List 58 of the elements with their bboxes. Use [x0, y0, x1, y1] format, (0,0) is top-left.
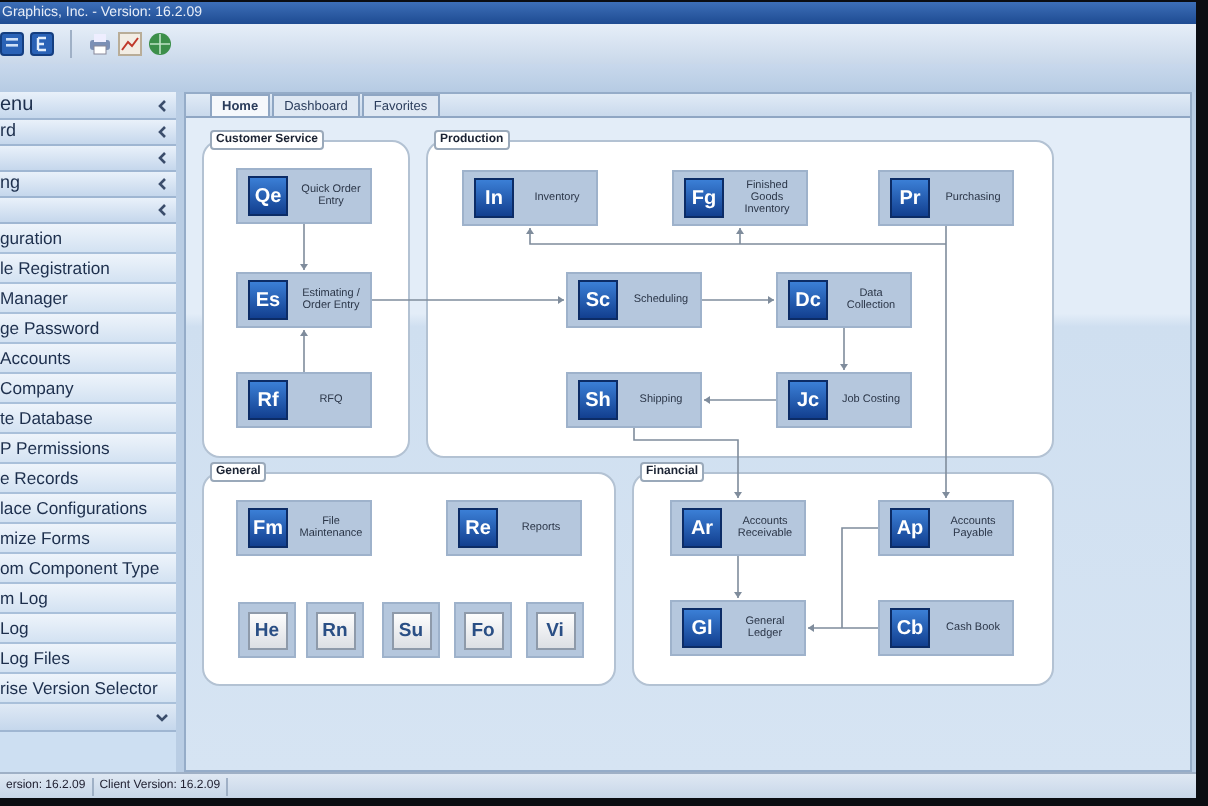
chevron-left-icon[interactable]: [156, 99, 168, 111]
menu-item[interactable]: guration: [0, 224, 176, 254]
module-icon: Cb: [890, 608, 930, 648]
menu-item[interactable]: ge Password: [0, 314, 176, 344]
module-icon: In: [474, 178, 514, 218]
menu-item[interactable]: m Log: [0, 584, 176, 614]
module-icon: Es: [248, 280, 288, 320]
connector-arrow: [300, 223, 308, 271]
module-icon: Fg: [684, 178, 724, 218]
chevron-left-icon[interactable]: [156, 152, 168, 164]
module-icon: Sh: [578, 380, 618, 420]
module-icon: Sc: [578, 280, 618, 320]
module-icon: Ap: [890, 508, 930, 548]
shortcut-button[interactable]: Fo: [463, 611, 503, 649]
menu-item[interactable]: Manager: [0, 284, 176, 314]
chevron-left-icon[interactable]: [156, 126, 168, 138]
connector-arrow: [840, 327, 848, 371]
menu-item[interactable]: P Permissions: [0, 434, 176, 464]
shortcut-button[interactable]: Rn: [315, 611, 355, 649]
menu-header[interactable]: ng: [0, 170, 21, 198]
printer-icon[interactable]: [88, 32, 112, 56]
module-icon: Re: [458, 508, 498, 548]
document-icon[interactable]: [0, 32, 24, 56]
module-icon: Dc: [788, 280, 828, 320]
document-icon[interactable]: [30, 32, 54, 56]
menu-item[interactable]: e Records: [0, 464, 176, 494]
module-icon: Qe: [248, 176, 288, 216]
menu-header[interactable]: rd: [0, 118, 17, 146]
shortcut-button[interactable]: Su: [391, 611, 431, 649]
module-icon: Jc: [788, 380, 828, 420]
menu-item[interactable]: Company: [0, 374, 176, 404]
menu-item[interactable]: lace Configurations: [0, 494, 176, 524]
module-icon: Fm: [248, 508, 288, 548]
module-icon: Ar: [682, 508, 722, 548]
connector-arrow: [300, 329, 308, 373]
menu-item[interactable]: Log Files: [0, 644, 176, 674]
chevron-left-icon[interactable]: [156, 204, 168, 216]
chevron-down-icon[interactable]: [156, 711, 168, 723]
connector-arrow: [807, 527, 879, 632]
connector-arrow: [703, 396, 777, 404]
menu-item[interactable]: Accounts: [0, 344, 176, 374]
connector-arrow: [701, 296, 775, 304]
connector-arrow: [734, 555, 742, 599]
menu-item[interactable]: rise Version Selector: [0, 674, 176, 704]
chart-icon[interactable]: [118, 32, 142, 56]
menu-item[interactable]: Log: [0, 614, 176, 644]
menu-item[interactable]: om Component Type: [0, 554, 176, 584]
module-icon: Rf: [248, 380, 288, 420]
menu-item[interactable]: te Database: [0, 404, 176, 434]
shortcut-button[interactable]: He: [247, 611, 287, 649]
shortcut-button[interactable]: Vi: [535, 611, 575, 649]
globe-icon[interactable]: [148, 32, 172, 56]
menu-item[interactable]: le Registration: [0, 254, 176, 284]
menu-item[interactable]: mize Forms: [0, 524, 176, 554]
connector-arrow: [633, 427, 742, 499]
chevron-left-icon[interactable]: [156, 178, 168, 190]
module-icon: Gl: [682, 608, 722, 648]
module-icon: Pr: [890, 178, 930, 218]
